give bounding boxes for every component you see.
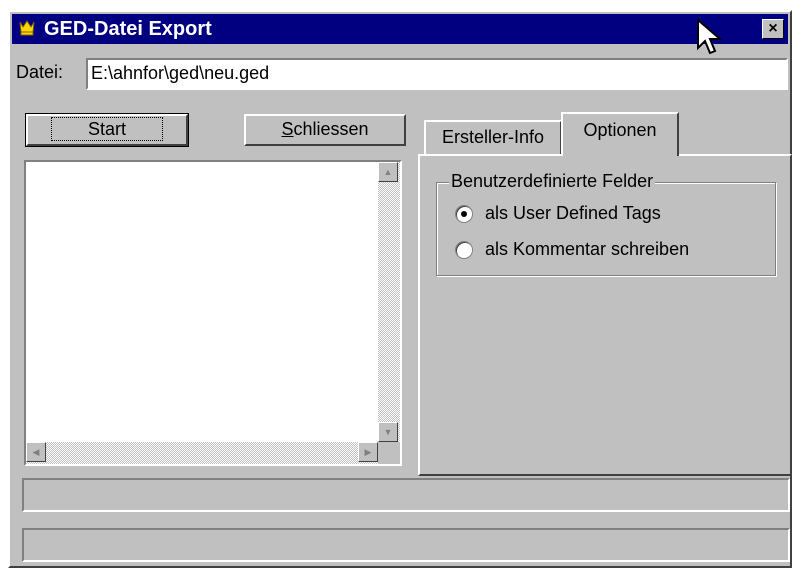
radio-label: als Kommentar schreiben [485,239,690,259]
horizontal-scrollbar[interactable]: ◀ ▶ [26,442,378,464]
close-button-label: chliessen [293,119,369,139]
export-dialog: GED-Datei Export × Datei: E:\ahnfor\ged\… [8,10,792,568]
radio-selected-icon [455,205,473,223]
file-label: Datei: [16,62,64,82]
scroll-up-icon[interactable]: ▲ [378,162,398,182]
close-icon[interactable]: × [762,19,784,39]
title-bar[interactable]: GED-Datei Export × [12,14,788,44]
custom-fields-group: Benutzerdefinierte Felder als User Defin… [436,171,776,276]
close-dialog-button[interactable]: Schliessen [244,114,406,146]
scroll-right-icon[interactable]: ▶ [358,442,378,462]
options-tab-panel: Benutzerdefinierte Felder als User Defin… [418,154,792,476]
tab-ersteller-info[interactable]: Ersteller-Info [424,120,562,154]
mouse-cursor-icon [697,18,723,55]
close-button-mnemonic: S [281,119,294,139]
radio-unselected-icon [455,241,473,259]
scroll-corner [378,442,400,464]
vertical-scrollbar[interactable]: ▲ ▼ [378,162,400,442]
group-title: Benutzerdefinierte Felder [449,171,656,192]
radio-label: als User Defined Tags [485,203,661,223]
status-bar-2 [22,528,790,562]
scroll-left-icon[interactable]: ◀ [26,442,46,462]
log-listbox[interactable]: ▲ ▼ ◀ ▶ [24,160,402,466]
status-bar-1 [22,478,790,512]
start-button[interactable]: Start [25,113,189,147]
file-path-field[interactable]: E:\ahnfor\ged\neu.ged [86,58,788,90]
app-icon [19,20,35,36]
tab-optionen[interactable]: Optionen [561,112,679,156]
window-title: GED-Datei Export [44,18,212,40]
start-button-label: Start [50,117,163,141]
scroll-down-icon[interactable]: ▼ [378,422,398,442]
